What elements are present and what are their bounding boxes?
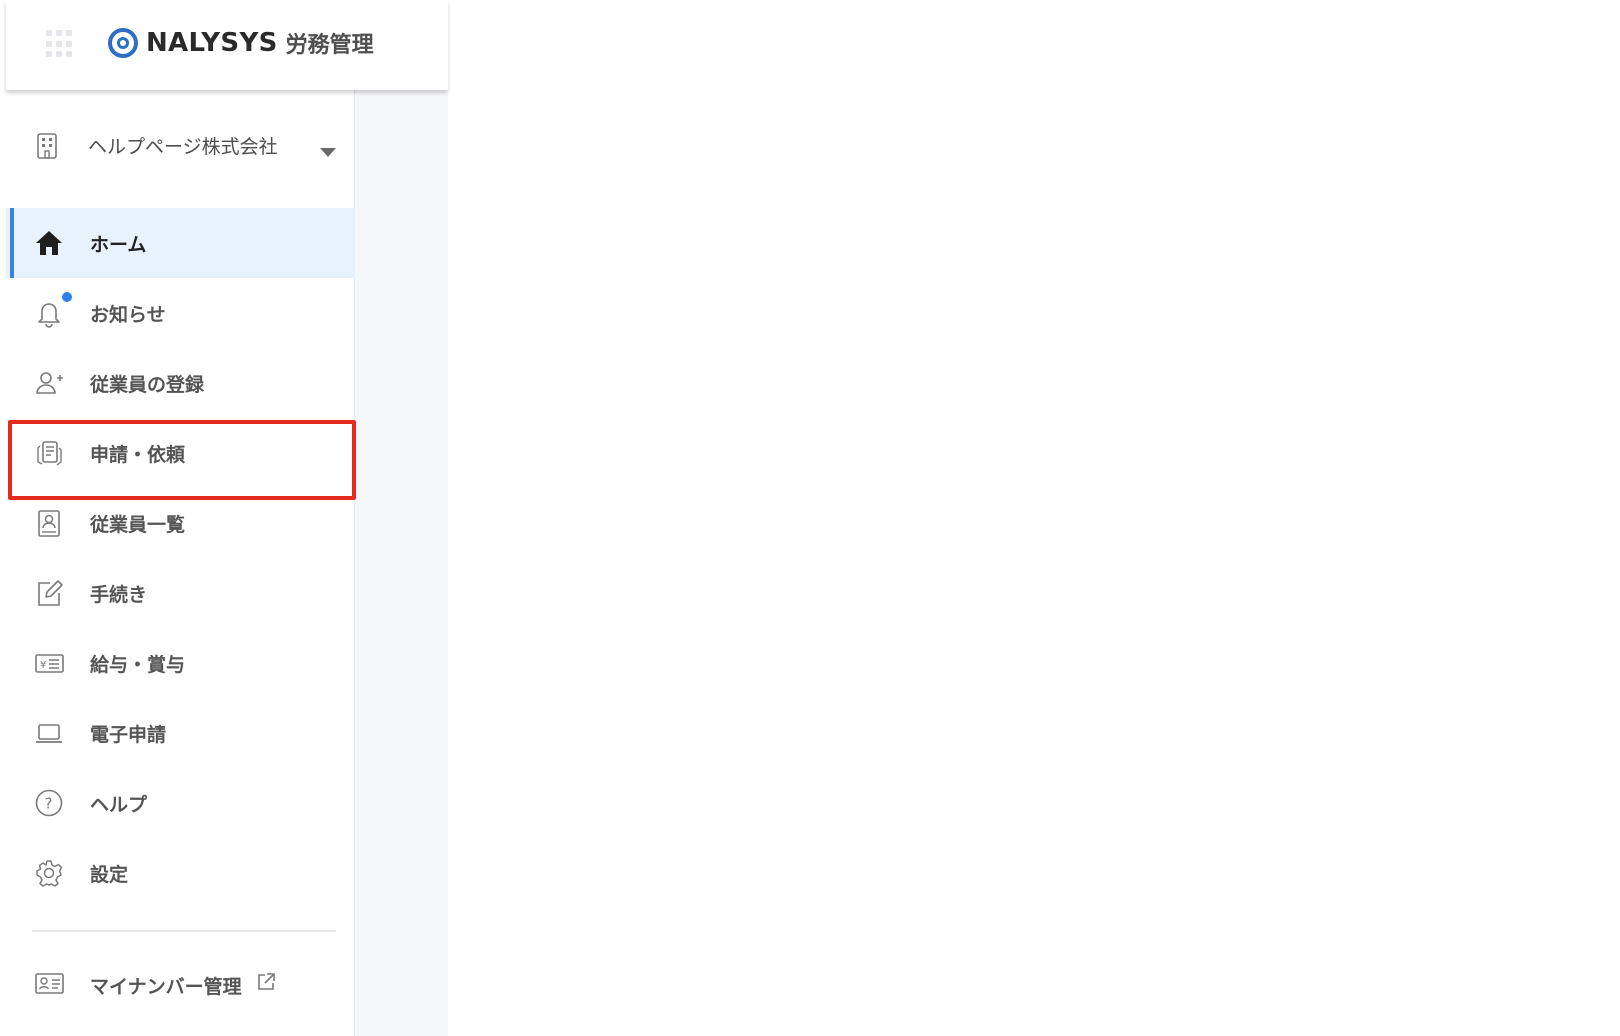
person-add-icon bbox=[34, 368, 64, 398]
laptop-icon bbox=[34, 718, 64, 748]
sidebar-item-label: マイナンバー管理 bbox=[90, 976, 242, 998]
app-logo[interactable]: NALYSYS 労務管理 bbox=[108, 27, 374, 59]
chevron-down-icon bbox=[320, 148, 336, 157]
sidebar-divider bbox=[32, 930, 336, 932]
edit-icon bbox=[34, 578, 64, 608]
svg-text:?: ? bbox=[45, 795, 53, 813]
sidebar-item-e-application[interactable]: 電子申請 bbox=[6, 698, 355, 768]
content-gutter bbox=[355, 90, 448, 1036]
nalysys-logo-icon bbox=[108, 28, 138, 58]
sidebar-item-register-employee[interactable]: 従業員の登録 bbox=[6, 348, 355, 418]
app: NALYSYS 労務管理 ヘルプページ株式会社 ホーム お知らせ 従業員の登録 … bbox=[0, 0, 1620, 1036]
notification-badge bbox=[62, 292, 72, 302]
building-icon bbox=[36, 132, 58, 160]
sidebar-item-label: 電子申請 bbox=[90, 724, 167, 746]
home-icon bbox=[34, 228, 64, 258]
sidebar-item-payroll[interactable]: ¥ 給与・賞与 bbox=[6, 628, 355, 698]
brand-name: NALYSYS bbox=[146, 28, 278, 58]
sidebar-item-label: 申請・依頼 bbox=[90, 444, 186, 466]
sidebar-item-settings[interactable]: 設定 bbox=[6, 838, 355, 908]
external-link-icon bbox=[256, 972, 276, 992]
product-name: 労務管理 bbox=[285, 33, 374, 58]
sidebar-item-label: 従業員の登録 bbox=[90, 374, 205, 396]
sidebar-item-label: ホーム bbox=[90, 234, 147, 256]
sidebar-item-label: 従業員一覧 bbox=[90, 514, 186, 536]
top-header: NALYSYS 労務管理 bbox=[6, 0, 448, 90]
sidebar-item-notifications[interactable]: お知らせ bbox=[6, 278, 355, 348]
sidebar-item-my-number[interactable]: マイナンバー管理 bbox=[6, 956, 355, 1016]
sidebar-item-label: 給与・賞与 bbox=[90, 654, 186, 676]
company-name: ヘルプページ株式会社 bbox=[88, 136, 278, 158]
sidebar-item-home[interactable]: ホーム bbox=[6, 208, 355, 278]
help-icon: ? bbox=[34, 788, 64, 818]
svg-text:¥: ¥ bbox=[40, 660, 46, 671]
yen-icon: ¥ bbox=[34, 648, 64, 678]
sidebar-item-label: お知らせ bbox=[90, 304, 166, 326]
bell-icon bbox=[34, 298, 64, 328]
sidebar-item-label: 設定 bbox=[90, 864, 129, 886]
id-card-icon bbox=[34, 968, 64, 998]
sidebar: ヘルプページ株式会社 ホーム お知らせ 従業員の登録 申請・依頼 従業員一覧 手… bbox=[6, 90, 356, 1036]
sidebar-item-help[interactable]: ? ヘルプ bbox=[6, 768, 355, 838]
employee-list-icon bbox=[34, 508, 64, 538]
company-selector[interactable]: ヘルプページ株式会社 bbox=[6, 110, 355, 182]
documents-icon bbox=[34, 438, 64, 468]
sidebar-item-requests[interactable]: 申請・依頼 bbox=[6, 418, 356, 500]
app-grid-icon[interactable] bbox=[46, 30, 74, 58]
sidebar-item-employee-list[interactable]: 従業員一覧 bbox=[6, 488, 355, 558]
sidebar-item-label: ヘルプ bbox=[90, 794, 148, 816]
sidebar-nav: ホーム お知らせ 従業員の登録 申請・依頼 従業員一覧 手続き ¥ 給与・賞与 … bbox=[6, 208, 356, 908]
sidebar-item-label: 手続き bbox=[90, 584, 148, 606]
gear-icon bbox=[34, 858, 64, 888]
sidebar-item-procedures[interactable]: 手続き bbox=[6, 558, 355, 628]
